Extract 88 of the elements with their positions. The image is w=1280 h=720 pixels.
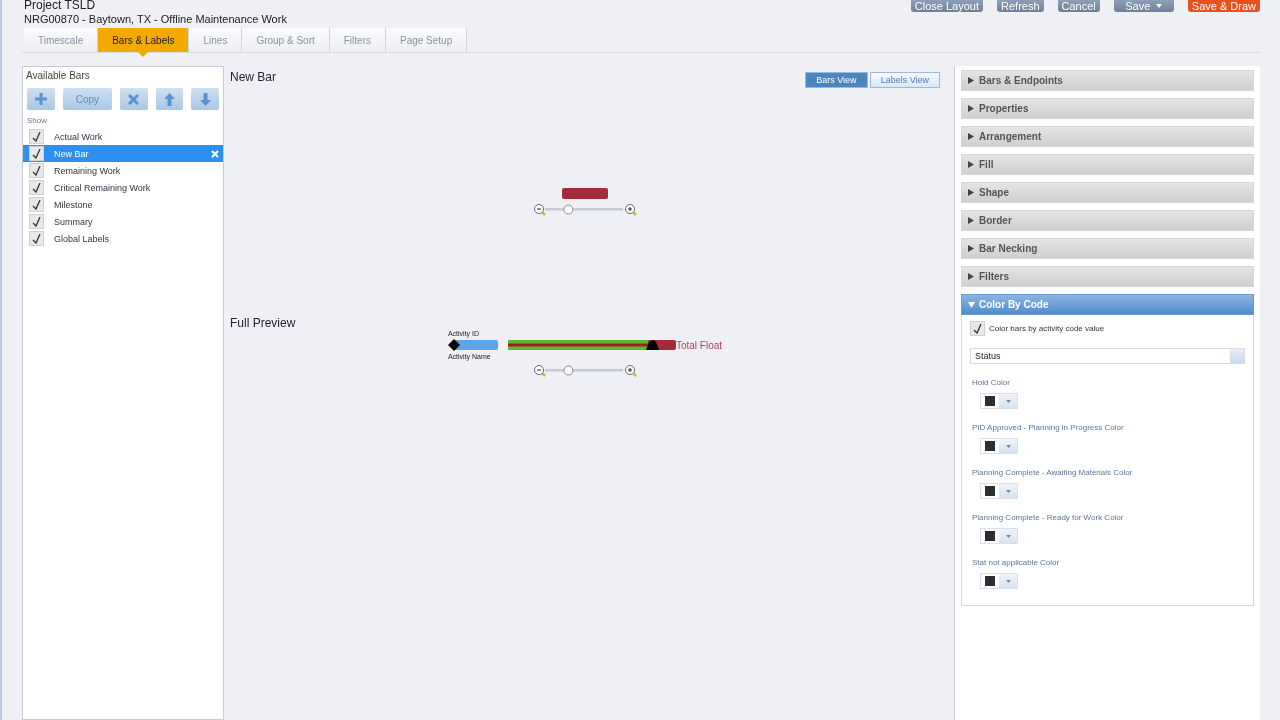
checkbox[interactable] (29, 180, 44, 195)
bar-list-item[interactable]: Remaining Work (23, 162, 223, 179)
section-header[interactable]: Fill (961, 154, 1254, 175)
color-picker[interactable] (980, 528, 1018, 544)
zoom-slider[interactable] (533, 202, 637, 217)
code-dropdown[interactable]: Status (970, 348, 1245, 364)
checkbox[interactable] (29, 231, 44, 246)
checkbox-label: Color bars by activity code value (989, 324, 1105, 333)
action-button[interactable]: Save & Draw (1187, 0, 1260, 12)
bar-list-item[interactable]: Critical Remaining Work (23, 179, 223, 196)
section-header[interactable]: Bar Necking (961, 238, 1254, 259)
checkbox[interactable] (29, 214, 44, 229)
action-button[interactable]: Refresh (997, 0, 1044, 12)
bar-name: Milestone (54, 199, 94, 210)
bar-name: Critical Remaining Work (54, 182, 152, 193)
checkbox[interactable] (29, 163, 44, 178)
sample-bar (562, 187, 608, 199)
caret-right-icon (968, 105, 975, 112)
caret-right-icon (968, 189, 975, 196)
caret-down-icon (968, 301, 975, 308)
section-header[interactable]: Border (961, 210, 1254, 231)
bar-name: Actual Work (54, 131, 104, 142)
zoom-slider[interactable] (533, 364, 637, 378)
up-button[interactable] (155, 88, 184, 110)
caret-icon (1005, 399, 1011, 403)
milestone-bar (447, 339, 498, 351)
view-toggle[interactable]: Labels View (869, 72, 940, 88)
color-label: Planning Complete - Awaiting Materials Color (971, 468, 1134, 477)
caret-right-icon (968, 133, 975, 140)
preview-title: New Bar (230, 70, 276, 84)
bar-name: Global Labels (54, 233, 111, 244)
color-label: Stat not applicable Color (971, 558, 1061, 567)
tab[interactable]: Timescale (24, 28, 99, 52)
section-header[interactable]: Color By Code (961, 294, 1254, 315)
column-label: Show (26, 116, 48, 127)
tab[interactable]: Lines (189, 28, 243, 52)
section-header[interactable]: Arrangement (961, 126, 1254, 147)
color-label: Hold Color (971, 378, 1011, 387)
checkbox[interactable] (29, 146, 44, 161)
tab-pointer (138, 52, 149, 57)
caret-right-icon (968, 161, 975, 168)
arrow-down-icon (199, 92, 211, 106)
caret-icon (1005, 579, 1011, 583)
caret-right-icon (968, 217, 975, 224)
preview-title: Full Preview (230, 316, 297, 330)
tab[interactable]: Page Setup (385, 28, 468, 52)
section-header[interactable]: Shape (961, 182, 1254, 203)
project-title: Project TSLD (24, 0, 97, 11)
checkbox[interactable] (29, 129, 44, 144)
bar-name: Summary (54, 216, 94, 227)
project-subtitle: NRG00870 - Baytown, TX - Offline Maintenance Work (24, 13, 287, 25)
panel-title: Available Bars (25, 69, 91, 83)
remove-icon[interactable] (211, 149, 219, 158)
view-toggle[interactable]: Bars View (805, 72, 868, 88)
color-label: PID Approved - Planning in Progress Color (971, 423, 1125, 432)
caret-icon (1005, 489, 1011, 493)
color-label: Planning Complete - Ready for Work Color (971, 513, 1125, 522)
bar-name: New Bar (54, 148, 90, 159)
section-header[interactable]: Bars & Endpoints (961, 70, 1254, 91)
section-header[interactable]: Filters (961, 266, 1254, 287)
tab[interactable]: Group & Sort (242, 28, 330, 52)
bar-list-item[interactable]: New Bar (23, 145, 223, 162)
arrow-up-icon (164, 92, 175, 106)
plus-icon (34, 93, 47, 105)
caret-right-icon (968, 245, 975, 252)
caret-icon (1156, 4, 1163, 8)
checkbox[interactable] (970, 321, 985, 336)
caret-icon (1005, 534, 1011, 538)
tab[interactable]: Filters (329, 28, 386, 52)
action-button[interactable]: Close Layout (910, 0, 983, 12)
color-picker[interactable] (980, 573, 1018, 589)
save-button[interactable]: Save (1113, 0, 1174, 12)
caret-right-icon (968, 273, 975, 280)
color-picker[interactable] (980, 483, 1018, 499)
caret-right-icon (968, 77, 975, 84)
bar-list-item[interactable]: Global Labels (23, 230, 223, 247)
action-button[interactable]: Cancel (1057, 0, 1100, 12)
checkbox[interactable] (29, 197, 44, 212)
close-icon (128, 93, 140, 105)
bar-list-item[interactable]: Actual Work (23, 128, 223, 145)
total-float-label: Total Float (675, 339, 723, 351)
bar-list-item[interactable]: Summary (23, 213, 223, 230)
bar-name: Remaining Work (54, 165, 122, 176)
caret-icon (1005, 444, 1011, 448)
bar-list-item[interactable]: Milestone (23, 196, 223, 213)
section-header[interactable]: Properties (961, 98, 1254, 119)
color-picker[interactable] (980, 438, 1018, 454)
color-picker[interactable] (980, 393, 1018, 409)
